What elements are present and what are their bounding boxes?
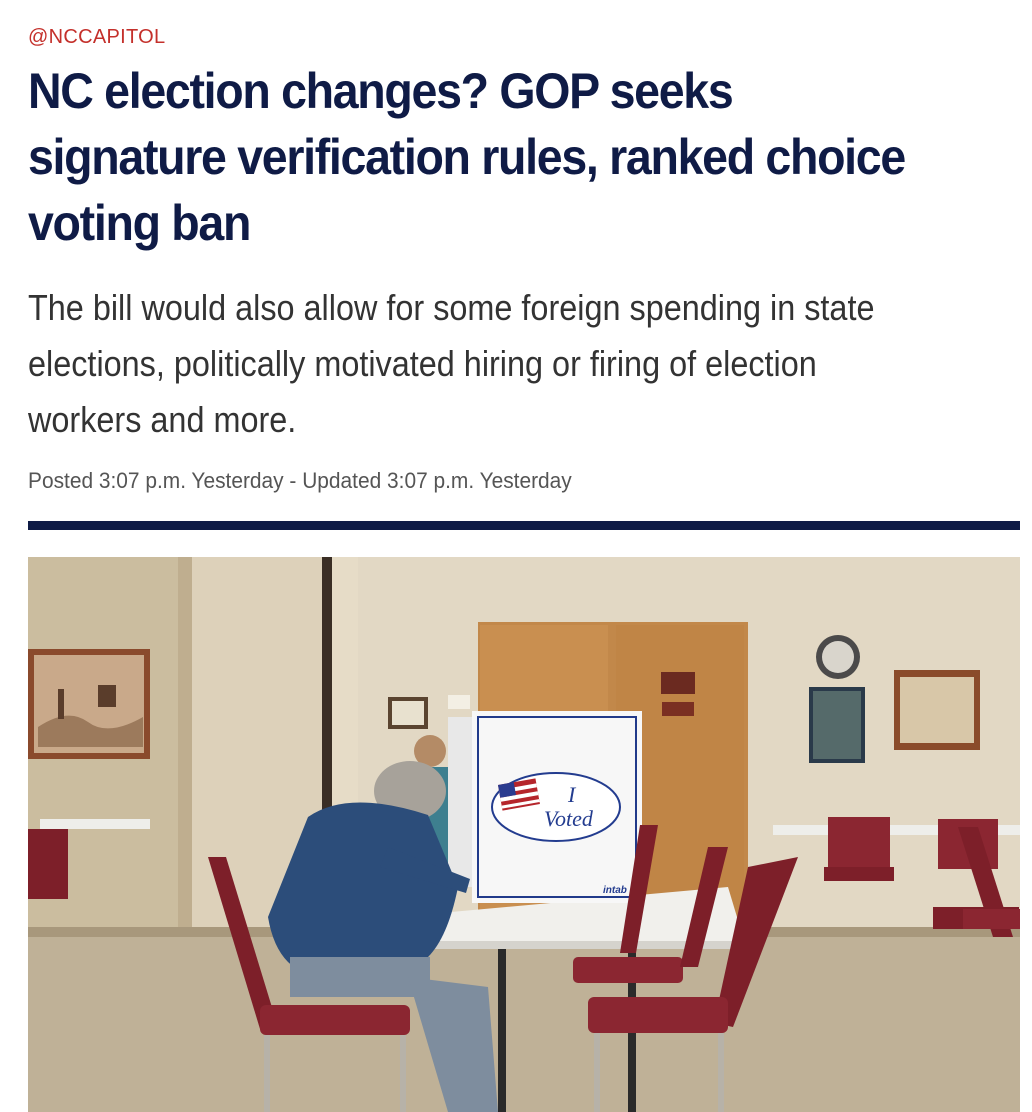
headline: NC election changes? GOP seeks signature…: [28, 63, 906, 251]
section-kicker-link[interactable]: @NCCAPITOL: [28, 24, 165, 50]
lead-photo[interactable]: I Voted intab: [28, 557, 1020, 1112]
voting-booth-photo: I Voted intab: [28, 557, 1020, 1112]
timestamp-line: Posted 3:07 p.m. Yesterday - Updated 3:0…: [28, 468, 572, 493]
divider-rule: [28, 521, 1020, 530]
sticker-line2: Voted: [544, 806, 594, 831]
booth-brand: intab: [603, 885, 627, 896]
article-summary: The bill would also allow for some forei…: [28, 287, 875, 440]
